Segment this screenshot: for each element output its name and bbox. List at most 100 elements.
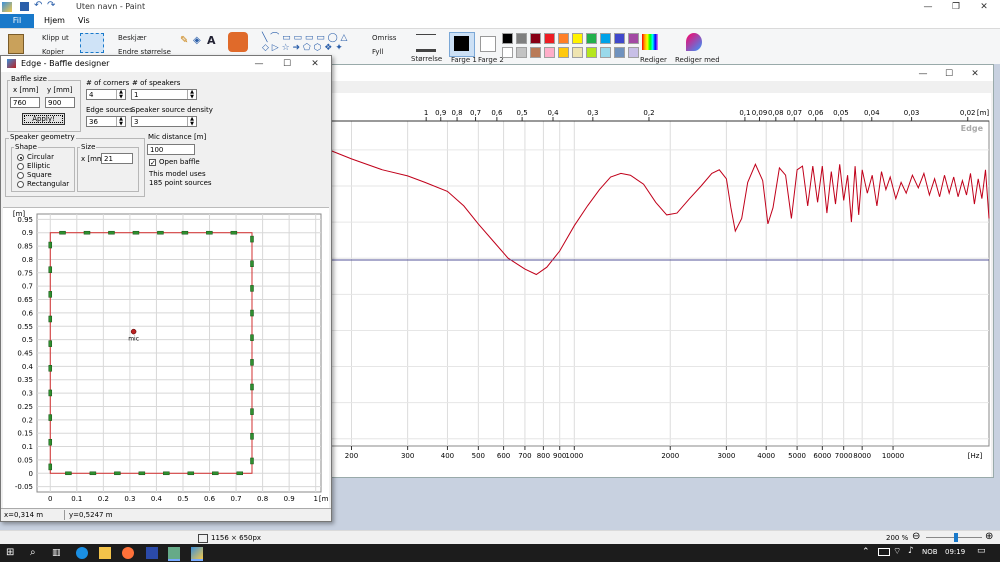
baffle-y-input[interactable]: 900: [45, 97, 75, 108]
edge-close-icon[interactable]: ✕: [961, 67, 989, 81]
undo-icon[interactable]: ↶: [34, 0, 42, 11]
keyboard-language[interactable]: NOB: [922, 548, 938, 556]
spin-arrows-icon[interactable]: ▲ ▼: [116, 117, 125, 126]
clock[interactable]: 09:19: [945, 548, 965, 556]
zoom-slider-thumb[interactable]: [954, 533, 958, 542]
palette-swatch[interactable]: [502, 33, 513, 44]
windows-start-icon[interactable]: ⊞: [6, 547, 18, 559]
palette-swatch[interactable]: [614, 47, 625, 58]
edge-source-marker: [250, 235, 254, 243]
edge-minimize-icon[interactable]: —: [909, 67, 937, 81]
redo-icon[interactable]: ↷: [47, 0, 55, 11]
app-blue-icon[interactable]: [146, 547, 158, 559]
brushes-icon[interactable]: [228, 32, 248, 52]
palette-swatch[interactable]: [544, 33, 555, 44]
select-icon[interactable]: [80, 33, 104, 53]
text-icon[interactable]: A: [207, 34, 216, 47]
fill-icon[interactable]: ◈: [193, 35, 201, 46]
spin-arrows-icon[interactable]: ▲ ▼: [187, 117, 196, 126]
radio-rectangular[interactable]: [17, 181, 24, 188]
edge-browser-icon[interactable]: [76, 547, 88, 559]
close-icon[interactable]: ✕: [970, 0, 998, 14]
edit-colors-icon[interactable]: [642, 34, 658, 50]
windows-taskbar: ⊞ ⌕ ▥ ⌃ ⌔ ♪ NOB 09:19 ▭: [0, 544, 1000, 562]
corners-stepper[interactable]: 4 ▲ ▼: [86, 89, 126, 100]
palette-swatch[interactable]: [586, 33, 597, 44]
palette-swatch[interactable]: [586, 47, 597, 58]
palette-swatch[interactable]: [530, 33, 541, 44]
palette-swatch[interactable]: [516, 33, 527, 44]
edge-maximize-icon[interactable]: ☐: [935, 67, 963, 81]
fill-button[interactable]: Fyll: [372, 48, 383, 56]
maximize-icon[interactable]: ❐: [942, 0, 970, 14]
palette-swatch[interactable]: [628, 33, 639, 44]
edge-app-icon[interactable]: [168, 547, 180, 561]
volume-icon[interactable]: ♪: [908, 546, 914, 556]
crop-button[interactable]: Beskjær: [118, 34, 147, 42]
size-icon[interactable]: [416, 34, 436, 52]
top-tick-label: 0,03: [904, 109, 920, 117]
paste-icon[interactable]: [8, 34, 24, 54]
zoom-out-icon[interactable]: ⊖: [912, 531, 920, 542]
firefox-icon[interactable]: [122, 547, 134, 559]
paint-title-bar: ↶ ↷ Uten navn - Paint — ❐ ✕: [0, 0, 1000, 14]
cut-button[interactable]: Klipp ut: [42, 34, 69, 42]
palette-swatch[interactable]: [530, 47, 541, 58]
baffle-maximize-icon[interactable]: ☐: [273, 57, 301, 71]
palette-swatch[interactable]: [572, 47, 583, 58]
paint-taskbar-icon[interactable]: [191, 547, 203, 561]
top-tick-label: 0,6: [491, 109, 503, 117]
size-x-input[interactable]: 21: [101, 153, 133, 164]
paint3d-icon[interactable]: [686, 33, 702, 51]
top-tick-label: 0,04: [864, 109, 880, 117]
palette-swatch[interactable]: [614, 33, 625, 44]
spin-arrows-icon[interactable]: ▲ ▼: [116, 90, 125, 99]
baffle-x-input[interactable]: 760: [10, 97, 40, 108]
palette-swatch[interactable]: [600, 33, 611, 44]
tray-chevron-icon[interactable]: ⌃: [862, 547, 870, 557]
baffle-minimize-icon[interactable]: —: [245, 57, 273, 71]
baffle-y-tick-label: -0.05: [15, 483, 33, 491]
menu-home[interactable]: Hjem: [44, 14, 65, 28]
palette-swatch[interactable]: [572, 33, 583, 44]
menu-file[interactable]: Fil: [0, 14, 34, 28]
palette-swatch[interactable]: [544, 47, 555, 58]
notifications-icon[interactable]: ▭: [977, 546, 986, 556]
zoom-in-icon[interactable]: ⊕: [985, 531, 993, 542]
menu-view[interactable]: Vis: [78, 14, 90, 28]
edge-sources-stepper[interactable]: 36 ▲ ▼: [86, 116, 126, 127]
pencil-icon[interactable]: ✎: [180, 35, 188, 46]
file-explorer-icon[interactable]: [99, 547, 111, 559]
radio-circular[interactable]: [17, 154, 24, 161]
baffle-y-tick-label: 0.4: [22, 363, 34, 371]
radio-square[interactable]: [17, 172, 24, 179]
radio-elliptic[interactable]: [17, 163, 24, 170]
baffle-plot[interactable]: 00.10.20.30.40.50.60.70.80.91[m]0.950.90…: [3, 207, 331, 508]
speakers-stepper[interactable]: 1 ▲ ▼: [131, 89, 197, 100]
palette-swatch[interactable]: [558, 47, 569, 58]
apply-button[interactable]: Apply!: [22, 113, 65, 125]
edge-source-marker: [250, 334, 254, 341]
palette-swatch[interactable]: [516, 47, 527, 58]
spin-arrows-icon[interactable]: ▲ ▼: [187, 90, 196, 99]
baffle-x-tick-label: 0.6: [204, 495, 216, 503]
baffle-close-icon[interactable]: ✕: [301, 57, 329, 71]
palette-swatch[interactable]: [558, 33, 569, 44]
battery-icon[interactable]: [878, 548, 890, 556]
palette-swatch[interactable]: [502, 47, 513, 58]
open-baffle-checkbox[interactable]: ✓: [149, 159, 156, 167]
mic-distance-input[interactable]: 100: [147, 144, 195, 155]
color2-swatch[interactable]: [480, 36, 496, 52]
save-icon[interactable]: [20, 2, 29, 11]
density-stepper[interactable]: 3 ▲ ▼: [131, 116, 197, 127]
shapes-gallery[interactable]: ╲ ⌒ ▭ ▭ ▭ ▭ ◯ △ ◇ ▷ ☆ ➜ ⬠ ⬡ ❖ ✦: [262, 33, 354, 53]
color1-button[interactable]: [449, 32, 475, 57]
outline-button[interactable]: Omriss: [372, 34, 396, 42]
paint-app-icon[interactable]: [2, 2, 12, 12]
minimize-icon[interactable]: —: [914, 0, 942, 14]
palette-swatch[interactable]: [600, 47, 611, 58]
wifi-icon[interactable]: ⌔: [893, 546, 901, 557]
palette-swatch[interactable]: [628, 47, 639, 58]
search-icon[interactable]: ⌕: [30, 547, 42, 559]
task-view-icon[interactable]: ▥: [52, 547, 64, 559]
